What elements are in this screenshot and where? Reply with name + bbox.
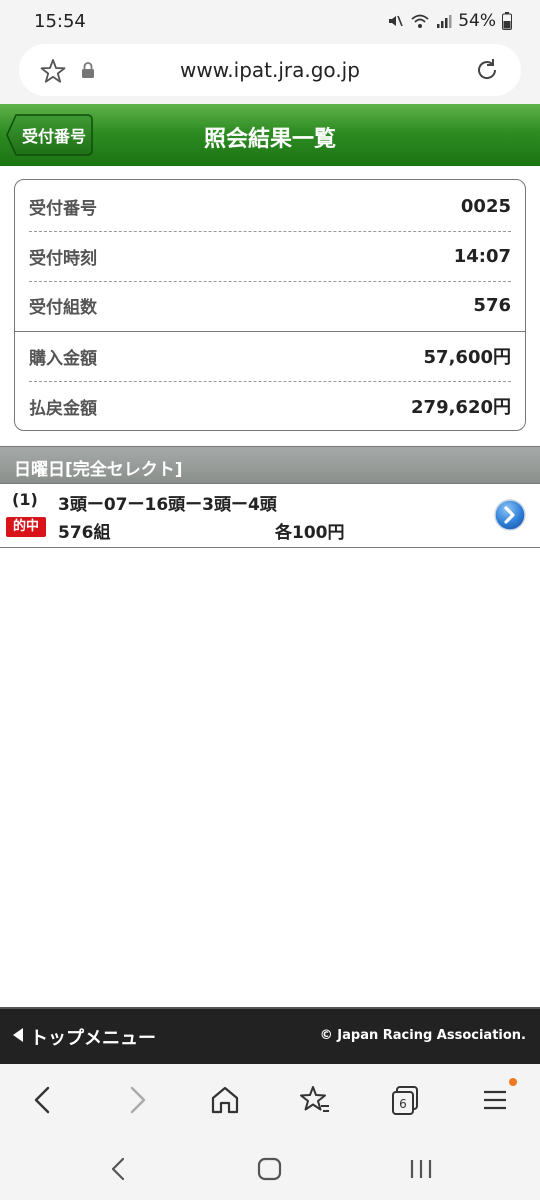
address-bar[interactable]: www.ipat.jra.go.jp <box>19 44 521 96</box>
status-bar: 15:54 54% <box>0 0 540 44</box>
summary-value: 0025 <box>460 195 511 217</box>
home-icon[interactable] <box>207 1082 243 1118</box>
tabs-icon[interactable]: 6 <box>387 1082 423 1118</box>
battery-percent: 54% <box>458 11 496 31</box>
browser-toolbar: 6 <box>0 1064 540 1136</box>
url-area: www.ipat.jra.go.jp <box>0 44 540 104</box>
summary-label: 受付時刻 <box>29 248 97 269</box>
app-header: 受付番号 照会結果一覧 <box>0 104 540 166</box>
copyright-text: © Japan Racing Association. <box>319 1028 526 1043</box>
summary-value: 279,620円 <box>411 397 511 418</box>
summary-box: 受付番号 0025 受付時刻 14:07 受付組数 576 購入金額 57,60… <box>14 179 526 431</box>
summary-label: 受付組数 <box>29 297 97 318</box>
summary-value: 576 <box>473 294 511 316</box>
system-nav <box>0 1136 540 1200</box>
hit-badge: 的中 <box>6 517 46 537</box>
page-title: 照会結果一覧 <box>203 127 336 152</box>
bet-row[interactable]: (1) 3頭ー07ー16頭ー3頭ー4頭 的中 576組 各100円 <box>0 484 540 548</box>
section-title: 日曜日[完全セレクト] <box>14 460 183 480</box>
tab-count: 6 <box>399 1097 407 1111</box>
caret-left-icon <box>12 1027 24 1048</box>
summary-label: 購入金額 <box>29 348 97 369</box>
status-icons: 54% <box>386 11 512 31</box>
bet-amount: 各100円 <box>275 523 345 543</box>
system-home-icon[interactable] <box>255 1154 285 1184</box>
bet-count: 576組 <box>58 523 111 543</box>
summary-label: 払戻金額 <box>29 398 97 419</box>
top-menu-label: トップメニュー <box>30 1028 156 1049</box>
bookmarks-icon[interactable] <box>297 1082 333 1118</box>
summary-row-receipt-time: 受付時刻 14:07 <box>29 231 511 281</box>
bet-description: 3頭ー07ー16頭ー3頭ー4頭 <box>58 495 277 515</box>
mute-icon <box>386 12 404 30</box>
summary-value: 57,600円 <box>423 347 511 368</box>
summary-label: 受付番号 <box>29 198 97 219</box>
signal-icon <box>436 13 452 29</box>
url-text[interactable]: www.ipat.jra.go.jp <box>19 58 521 82</box>
top-menu-link[interactable]: トップメニュー <box>12 1024 156 1050</box>
forward-arrow-icon[interactable] <box>118 1082 154 1118</box>
chevron-right-icon[interactable] <box>494 499 526 531</box>
summary-row-purchase-amount: 購入金額 57,600円 <box>29 331 511 381</box>
summary-row-payout-amount: 払戻金額 279,620円 <box>29 381 511 430</box>
summary-row-receipt-number: 受付番号 0025 <box>29 181 511 231</box>
battery-icon <box>502 12 512 30</box>
status-time: 15:54 <box>34 11 86 32</box>
bet-index: (1) <box>12 490 38 509</box>
back-arrow-icon[interactable] <box>26 1082 62 1118</box>
menu-icon[interactable] <box>477 1082 513 1118</box>
notification-dot <box>509 1078 517 1086</box>
footer-bar: トップメニュー © Japan Racing Association. <box>0 1007 540 1064</box>
reload-icon[interactable] <box>473 56 501 88</box>
summary-row-combinations: 受付組数 576 <box>29 280 511 330</box>
wifi-icon <box>410 12 430 30</box>
system-back-icon[interactable] <box>104 1154 134 1184</box>
summary-value: 14:07 <box>453 245 511 267</box>
section-header: 日曜日[完全セレクト] <box>0 446 540 484</box>
system-recents-icon[interactable] <box>406 1154 436 1184</box>
